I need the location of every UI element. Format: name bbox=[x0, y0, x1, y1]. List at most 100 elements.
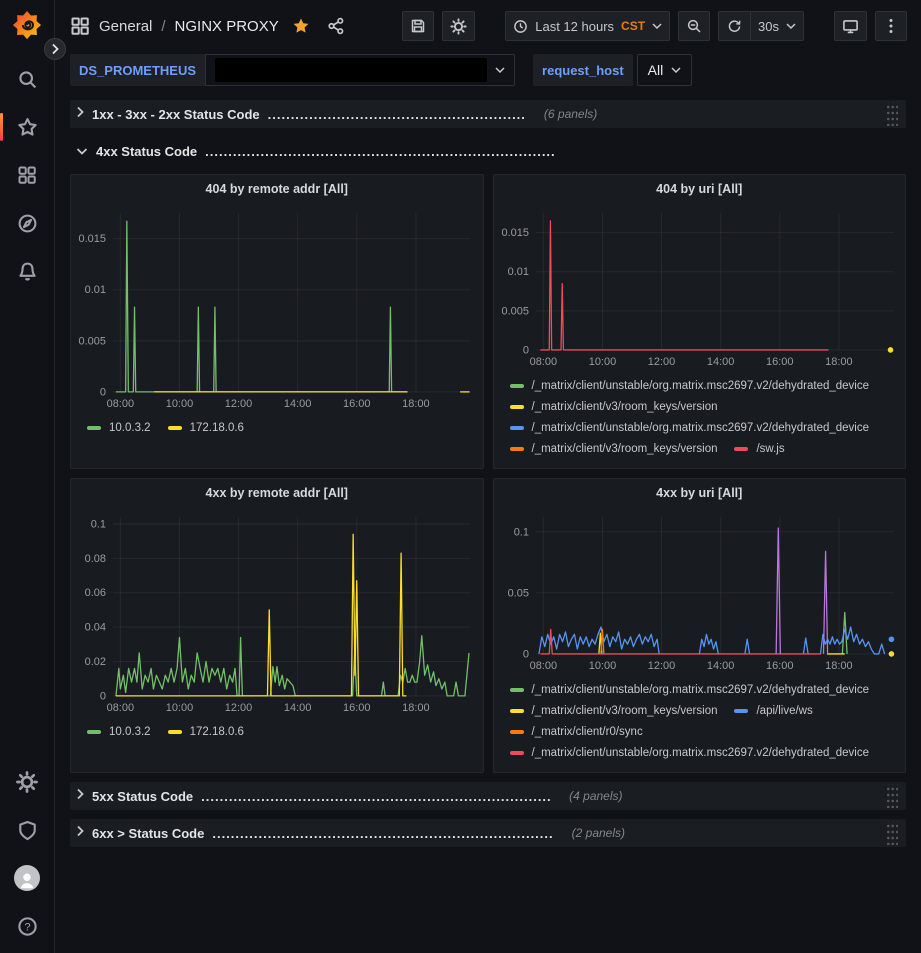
svg-text:16:00: 16:00 bbox=[766, 660, 793, 672]
legend-item[interactable]: 10.0.3.2 bbox=[87, 418, 151, 438]
legend: 10.0.3.2 172.18.0.6 bbox=[71, 413, 483, 438]
chevron-down-icon bbox=[671, 67, 681, 73]
sidebar-item-profile[interactable] bbox=[6, 861, 48, 895]
legend-item[interactable]: /api/live/ws bbox=[734, 701, 812, 721]
series-label: /api/live/ws bbox=[756, 705, 812, 717]
dashboard-panels-area: 1xx - 3xx - 2xx Status Code ............… bbox=[55, 96, 921, 856]
time-series-chart[interactable]: 08:0010:0012:0014:0016:0018:0000.0050.01… bbox=[494, 203, 906, 371]
refresh-icon bbox=[727, 19, 742, 34]
time-series-chart[interactable]: 08:0010:0012:0014:0016:0018:0000.050.1 bbox=[494, 507, 906, 675]
panel-title[interactable]: 404 by remote addr [All] bbox=[71, 175, 483, 203]
variable-value-datasource[interactable] bbox=[205, 54, 515, 86]
series-color-chip bbox=[510, 405, 524, 409]
avatar bbox=[14, 865, 40, 891]
legend-item[interactable]: 10.0.3.2 bbox=[87, 722, 151, 742]
dashboard-toolbar: Last 12 hours CST bbox=[402, 11, 907, 41]
legend-item[interactable]: 172.18.0.6 bbox=[168, 418, 244, 438]
svg-text:0.01: 0.01 bbox=[85, 284, 106, 296]
row-drag-handle[interactable] bbox=[885, 821, 898, 845]
row-title: 4xx Status Code bbox=[96, 144, 197, 159]
apps-grid-icon bbox=[70, 16, 90, 36]
svg-text:0.015: 0.015 bbox=[79, 233, 106, 245]
legend-item[interactable]: 172.18.0.6 bbox=[168, 722, 244, 742]
variable-label-datasource: DS_PROMETHEUS bbox=[70, 54, 205, 86]
panel-404-by-remote-addr: 404 by remote addr [All] 08:0010:0012:00… bbox=[70, 174, 484, 469]
svg-text:0.015: 0.015 bbox=[501, 227, 528, 239]
panel-title[interactable]: 4xx by remote addr [All] bbox=[71, 479, 483, 507]
legend-item[interactable]: /_matrix/client/unstable/org.matrix.msc2… bbox=[510, 376, 870, 396]
legend: /_matrix/client/unstable/org.matrix.msc2… bbox=[494, 371, 906, 459]
svg-text:0.01: 0.01 bbox=[507, 266, 528, 278]
breadcrumb-folder[interactable]: General bbox=[99, 18, 152, 35]
series-color-chip bbox=[510, 751, 524, 755]
main-area: General / NGINX PROXY bbox=[55, 0, 921, 953]
svg-text:14:00: 14:00 bbox=[706, 660, 733, 672]
legend-item[interactable]: /_matrix/client/v3/room_keys/version bbox=[510, 439, 718, 459]
row-4xx-status-code[interactable]: 4xx Status Code ........................… bbox=[70, 137, 906, 165]
legend-item[interactable]: /_matrix/client/unstable/org.matrix.msc2… bbox=[510, 743, 870, 763]
zoom-out-time-button[interactable] bbox=[678, 11, 710, 41]
row-6xx-status-code[interactable]: 6xx > Status Code ......................… bbox=[70, 819, 906, 847]
time-series-chart[interactable]: 08:0010:0012:0014:0016:0018:0000.020.040… bbox=[71, 507, 483, 717]
svg-text:0.1: 0.1 bbox=[91, 519, 106, 531]
row-dots: ........................................… bbox=[268, 107, 526, 122]
share-button[interactable] bbox=[323, 17, 349, 35]
row-drag-handle[interactable] bbox=[885, 102, 898, 126]
sidebar-item-dashboards[interactable] bbox=[6, 158, 48, 192]
panel-404-by-uri: 404 by uri [All] 08:0010:0012:0014:0016:… bbox=[493, 174, 907, 469]
legend-item[interactable]: /_matrix/client/v3/room_keys/version bbox=[510, 397, 718, 417]
series-color-chip bbox=[510, 730, 524, 734]
request-host-value: All bbox=[648, 62, 664, 78]
row-panel-count: (2 panels) bbox=[572, 826, 625, 840]
legend-item[interactable]: /_matrix/client/unstable/org.matrix.msc2… bbox=[510, 418, 870, 438]
more-options-button[interactable] bbox=[875, 11, 907, 41]
chevron-down-icon bbox=[76, 142, 88, 160]
legend-item[interactable]: /sw.js bbox=[734, 439, 784, 459]
refresh-interval-dropdown[interactable]: 30s bbox=[750, 11, 804, 41]
expand-sidebar-button[interactable] bbox=[44, 38, 66, 60]
svg-text:0.005: 0.005 bbox=[79, 335, 106, 347]
dashboard-settings-button[interactable] bbox=[442, 11, 475, 41]
svg-text:14:00: 14:00 bbox=[706, 356, 733, 368]
sidebar-item-alerting[interactable] bbox=[6, 254, 48, 288]
grafana-logo[interactable] bbox=[12, 10, 42, 40]
legend-item[interactable]: /_matrix/client/r0/sync bbox=[510, 722, 643, 742]
svg-text:0: 0 bbox=[522, 344, 528, 356]
sidebar-item-starred[interactable] bbox=[6, 110, 48, 144]
favorite-button[interactable] bbox=[288, 17, 314, 35]
panel-title[interactable]: 4xx by uri [All] bbox=[494, 479, 906, 507]
sidebar-item-server-admin[interactable] bbox=[6, 813, 48, 847]
dashboard-title[interactable]: NGINX PROXY bbox=[175, 18, 279, 35]
cycle-view-mode-button[interactable] bbox=[834, 11, 867, 41]
sidebar-item-search[interactable] bbox=[6, 62, 48, 96]
sidebar-item-configuration[interactable] bbox=[6, 765, 48, 799]
svg-text:18:00: 18:00 bbox=[402, 398, 429, 410]
series-color-chip bbox=[510, 426, 524, 430]
time-series-chart[interactable]: 08:0010:0012:0014:0016:0018:0000.0050.01… bbox=[71, 203, 483, 413]
chevron-down-icon bbox=[652, 23, 662, 29]
legend-item[interactable]: /_matrix/client/v3/room_keys/version bbox=[510, 701, 718, 721]
row-1xx-3xx-2xx-status-code[interactable]: 1xx - 3xx - 2xx Status Code ............… bbox=[70, 100, 906, 128]
sidebar-item-help[interactable]: ? bbox=[6, 909, 48, 943]
svg-text:0.05: 0.05 bbox=[507, 587, 528, 599]
series-label: 172.18.0.6 bbox=[190, 726, 244, 738]
series-color-chip bbox=[87, 426, 101, 430]
legend-item[interactable]: /_matrix/client/unstable/org.matrix.msc2… bbox=[510, 680, 870, 700]
variable-value-request-host[interactable]: All bbox=[637, 54, 693, 86]
save-dashboard-button[interactable] bbox=[402, 11, 434, 41]
panel-title[interactable]: 404 by uri [All] bbox=[494, 175, 906, 203]
sidebar-item-explore[interactable] bbox=[6, 206, 48, 240]
breadcrumb-separator: / bbox=[161, 18, 165, 35]
search-minus-icon bbox=[686, 18, 702, 34]
svg-text:0.005: 0.005 bbox=[501, 305, 528, 317]
row-5xx-status-code[interactable]: 5xx Status Code ........................… bbox=[70, 782, 906, 810]
series-color-chip bbox=[734, 709, 748, 713]
svg-text:16:00: 16:00 bbox=[343, 702, 370, 714]
refresh-dashboard-button[interactable] bbox=[718, 11, 750, 41]
series-label: /_matrix/client/unstable/org.matrix.msc2… bbox=[532, 380, 870, 392]
svg-text:18:00: 18:00 bbox=[825, 356, 852, 368]
row-drag-handle[interactable] bbox=[885, 784, 898, 808]
time-range-picker[interactable]: Last 12 hours CST bbox=[505, 11, 670, 41]
svg-text:0.02: 0.02 bbox=[85, 656, 106, 668]
svg-text:14:00: 14:00 bbox=[284, 702, 311, 714]
